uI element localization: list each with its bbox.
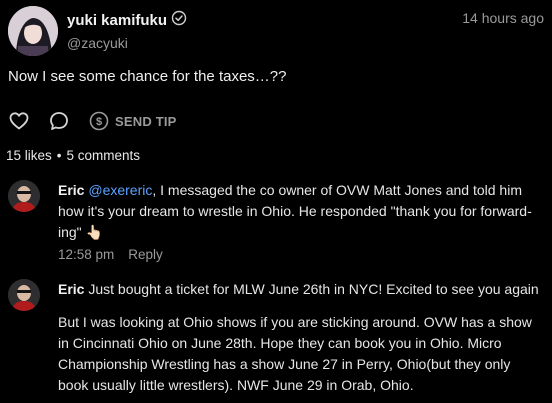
comments-count[interactable]: 5 comments	[67, 148, 141, 163]
comment-body: Eric @exereric, I messaged the co owner …	[58, 180, 544, 265]
verified-icon	[171, 10, 187, 26]
comment-meta: 12:58 pm Reply	[58, 244, 544, 265]
mention-link[interactable]: @exereric	[88, 182, 152, 198]
likes-count[interactable]: 15 likes	[6, 148, 52, 163]
commenter-avatar[interactable]	[8, 279, 40, 311]
comment-message: Just bought a ticket for MLW June 26th i…	[84, 281, 539, 297]
author-handle[interactable]: @zacyuki	[67, 35, 128, 51]
commenter-name[interactable]: Eric	[58, 281, 84, 297]
post-header: yuki kamifuku @zacyuki 14 hours ago	[8, 6, 544, 58]
post-text: Now I see some chance for the taxes…??	[8, 68, 287, 85]
comment-icon[interactable]	[48, 110, 70, 132]
separator-dot: •	[56, 148, 62, 163]
commenter-name[interactable]: Eric	[58, 182, 84, 198]
dollar-icon: $	[89, 111, 109, 131]
commenter-avatar[interactable]	[8, 180, 40, 212]
heart-icon[interactable]	[8, 110, 30, 132]
author-avatar[interactable]	[8, 6, 58, 56]
post-stats: 15 likes • 5 comments	[6, 148, 140, 163]
pointing-hand-emoji: 👆🏻	[85, 224, 103, 240]
send-tip-label: SEND TIP	[115, 114, 177, 129]
comment-text: Eric Just bought a ticket for MLW June 2…	[58, 279, 544, 300]
reply-button[interactable]: Reply	[128, 247, 163, 262]
svg-text:$: $	[96, 116, 102, 128]
comment-time: 12:58 pm	[58, 247, 115, 262]
post-timestamp[interactable]: 14 hours ago	[462, 10, 544, 26]
post-actions: $ SEND TIP	[8, 110, 308, 134]
comment-body: Eric Just bought a ticket for MLW June 2…	[58, 279, 544, 396]
comment-message-paragraph: But I was looking at Ohio shows if you a…	[58, 314, 532, 393]
comment-text: Eric @exereric, I messaged the co owner …	[58, 180, 544, 243]
author-name[interactable]: yuki kamifuku	[67, 12, 167, 29]
